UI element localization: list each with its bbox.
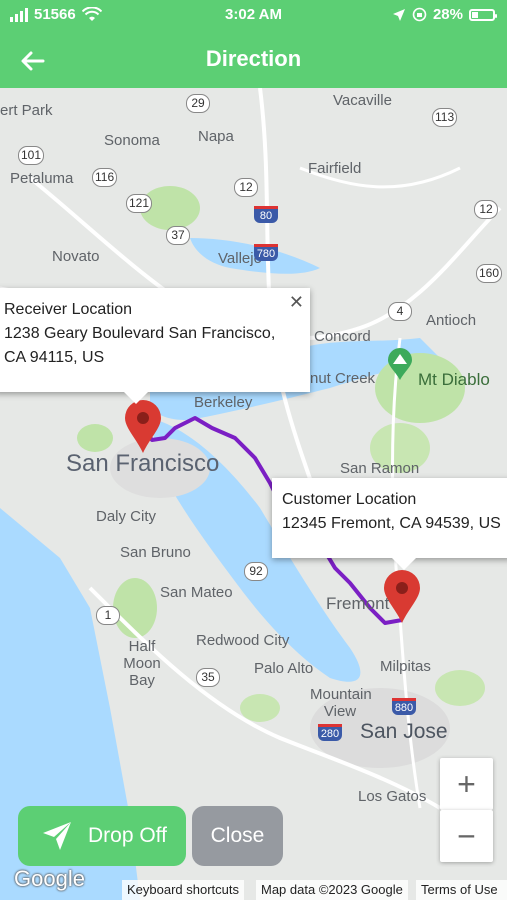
map-label: Mountain View xyxy=(310,686,372,720)
map-label: ert Park xyxy=(0,102,53,119)
drop-off-button[interactable]: Drop Off xyxy=(18,806,186,866)
orientation-lock-icon xyxy=(412,7,427,22)
route-shield: 12 xyxy=(474,200,498,219)
map-label: San Francisco xyxy=(66,450,220,477)
map-label: Sonoma xyxy=(104,132,160,149)
close-button[interactable]: Close xyxy=(192,806,283,866)
map-label: Palo Alto xyxy=(254,660,314,677)
keyboard-shortcuts-link[interactable]: Keyboard shortcuts xyxy=(122,880,245,900)
zoom-in-button[interactable]: + xyxy=(440,758,493,810)
route-shield: 121 xyxy=(126,194,153,213)
carrier-text: 51566 xyxy=(34,6,76,23)
zoom-out-button[interactable]: − xyxy=(440,810,493,862)
map-label: Antioch xyxy=(426,312,477,329)
clock: 3:02 AM xyxy=(225,6,282,23)
route-shield: 113 xyxy=(432,108,458,127)
map-label: Daly City xyxy=(96,508,157,525)
route-shield: 37 xyxy=(166,226,190,245)
route-shield: 92 xyxy=(244,562,268,581)
map-label: Half Moon Bay xyxy=(123,638,161,689)
interstate-shield: 80 xyxy=(254,206,278,223)
google-logo: Google xyxy=(14,866,85,891)
wifi-icon xyxy=(81,7,102,21)
route-shield: 4 xyxy=(388,302,412,321)
map-label: Berkeley xyxy=(194,394,253,411)
map-label: San Jose xyxy=(360,720,448,743)
page-title: Direction xyxy=(205,46,302,71)
map-label: Napa xyxy=(198,128,234,145)
customer-address: 12345 Fremont, CA 94539, US xyxy=(282,515,501,532)
receiver-title: Receiver Location xyxy=(4,301,133,318)
location-arrow-icon xyxy=(392,8,405,21)
interstate-shield: 780 xyxy=(254,244,278,261)
map-label: Fremont xyxy=(326,594,390,613)
map-label: Fairfield xyxy=(308,160,362,177)
battery-icon xyxy=(469,8,497,21)
receiver-info-window: ✕ Receiver Location 1238 Geary Boulevard… xyxy=(0,288,310,404)
receiver-address-line2: CA 94115, US xyxy=(4,349,105,366)
map-label: nut Creek xyxy=(310,370,376,387)
customer-marker xyxy=(384,570,420,623)
customer-info-window: Customer Location 12345 Fremont, CA 9453… xyxy=(272,478,507,570)
route-shield: 29 xyxy=(186,94,210,113)
battery-percent: 28% xyxy=(432,6,463,23)
map-label: Redwood City xyxy=(196,632,290,649)
customer-title: Customer Location xyxy=(282,491,417,508)
map-label: Petaluma xyxy=(10,170,74,187)
map-label: Vacaville xyxy=(333,92,392,109)
map-label: San Bruno xyxy=(120,544,191,561)
map-label: Novato xyxy=(52,248,100,265)
map-label: San Mateo xyxy=(160,584,233,601)
map-label: Mt Diablo xyxy=(418,370,490,389)
interstate-shield: 880 xyxy=(392,698,416,715)
close-icon[interactable]: ✕ xyxy=(289,290,304,314)
map-data-text: Map data ©2023 Google xyxy=(256,880,408,900)
app-header: 51566 3:02 AM 28% Direction xyxy=(0,0,507,88)
map-label: Concord xyxy=(314,328,371,345)
drop-off-label: Drop Off xyxy=(88,824,167,847)
map-label: Milpitas xyxy=(380,658,431,675)
route-shield: 160 xyxy=(476,264,503,283)
map-label: San Ramon xyxy=(340,460,420,477)
interstate-shield: 280 xyxy=(318,724,342,741)
terms-link[interactable]: Terms of Use xyxy=(416,880,507,900)
map-view[interactable]: ert Park Sonoma Napa Vacaville Petaluma … xyxy=(0,88,507,900)
signal-icon xyxy=(10,7,28,22)
route-shield: 12 xyxy=(234,178,258,197)
route-shield: 1 xyxy=(96,606,120,625)
status-bar: 51566 3:02 AM 28% xyxy=(0,6,507,28)
route-shield: 101 xyxy=(18,146,45,165)
map-label: Los Gatos xyxy=(358,788,427,805)
route-shield: 35 xyxy=(196,668,220,687)
receiver-address-line1: 1238 Geary Boulevard San Francisco, xyxy=(4,325,276,342)
paper-plane-icon xyxy=(43,822,71,850)
route-shield: 116 xyxy=(92,168,118,187)
